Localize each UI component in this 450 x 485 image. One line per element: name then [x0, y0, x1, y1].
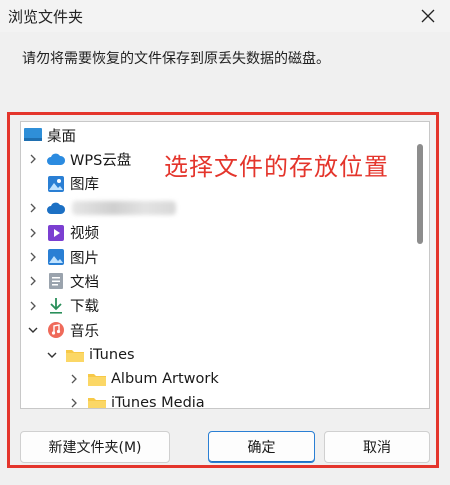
tree-item-label: iTunes [89, 346, 135, 363]
tree-item[interactable]: 视频 [26, 221, 416, 245]
close-icon [421, 9, 435, 23]
tree-item[interactable]: 音乐 [26, 318, 416, 342]
folder-icon [87, 393, 107, 408]
window-title: 浏览文件夹 [8, 8, 84, 26]
tree-item-label: 桌面 [47, 128, 76, 145]
tree-item[interactable]: 桌面 [21, 123, 411, 147]
cloud-icon [46, 149, 66, 169]
tree-item-label: 文档 [70, 274, 99, 291]
tree-item-label: 图库 [70, 177, 99, 194]
download-icon [46, 296, 66, 316]
video-icon [46, 223, 66, 243]
tree-item[interactable]: iTunes [45, 343, 429, 367]
tree-item-label: 图片 [70, 250, 99, 267]
tree-item[interactable]: iTunes Media [67, 391, 429, 409]
close-button[interactable] [412, 2, 444, 30]
scrollbar-thumb[interactable] [417, 144, 423, 244]
chevron-right-icon[interactable] [26, 152, 40, 166]
music-icon [46, 320, 66, 340]
instruction-text: 请勿将需要恢复的文件保存到原丢失数据的磁盘。 [22, 51, 330, 67]
documents-icon [46, 271, 66, 291]
chevron-right-icon[interactable] [67, 372, 81, 386]
onedrive-icon [46, 198, 66, 218]
annotation-label: 选择文件的存放位置 [164, 153, 389, 181]
chevron-down-icon[interactable] [26, 323, 40, 337]
ok-button[interactable]: 确定 [208, 431, 315, 463]
tree-item[interactable]: 下载 [26, 294, 416, 318]
folder-icon [65, 345, 85, 365]
chevron-right-icon[interactable] [26, 274, 40, 288]
cancel-button[interactable]: 取消 [324, 431, 430, 463]
chevron-right-icon[interactable] [26, 201, 40, 215]
tree-item-label: Album Artwork [111, 371, 219, 387]
obscured-label [72, 201, 176, 216]
tree-item-label: WPS云盘 [70, 152, 132, 169]
folder-icon [87, 369, 107, 389]
chevron-down-icon[interactable] [45, 348, 59, 362]
tree-item[interactable]: 文档 [26, 269, 416, 293]
tree-item-label: iTunes Media [111, 395, 205, 409]
chevron-right-icon[interactable] [26, 299, 40, 313]
tree-item[interactable] [26, 196, 416, 220]
chevron-right-icon[interactable] [26, 250, 40, 264]
tree-item[interactable]: Album Artwork [67, 367, 429, 391]
gallery-icon [46, 174, 66, 194]
tree-scrollbar[interactable] [417, 124, 427, 406]
new-folder-button[interactable]: 新建文件夹(M) [20, 431, 170, 463]
tree-item-label: 音乐 [70, 323, 99, 340]
pictures-icon [46, 247, 66, 267]
title-bar: 浏览文件夹 [0, 0, 450, 32]
tree-item-label: 下载 [70, 299, 99, 316]
tree-item-label: 视频 [70, 226, 99, 243]
chevron-right-icon[interactable] [26, 226, 40, 240]
tree-item[interactable]: 图片 [26, 245, 416, 269]
desktop-icon [23, 125, 43, 145]
chevron-right-icon[interactable] [67, 396, 81, 408]
